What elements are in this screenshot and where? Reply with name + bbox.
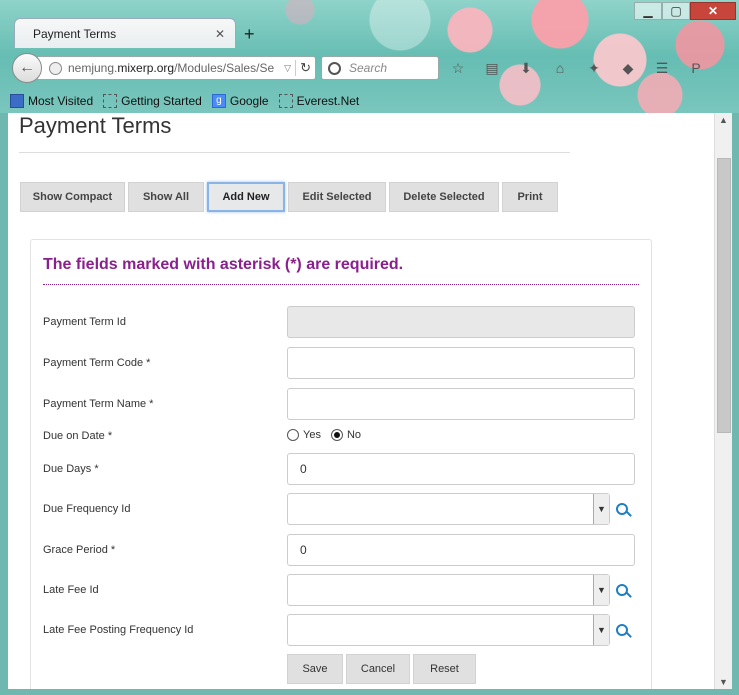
grace-period-input[interactable]: 0: [287, 534, 635, 566]
bookmarks-bar: Most Visited Getting Started g Google Ev…: [10, 91, 359, 111]
tab-title: Payment Terms: [33, 26, 117, 41]
late-fee-posting-frequency-id-label: Late Fee Posting Frequency Id: [43, 624, 194, 636]
home-icon[interactable]: ⌂: [550, 60, 570, 77]
bookmark-everest-net[interactable]: Everest.Net: [278, 94, 360, 108]
radio-label-yes: Yes: [303, 429, 321, 441]
maximize-button[interactable]: ▢: [662, 2, 690, 20]
due-days-label: Due Days *: [43, 463, 99, 475]
page-icon: [103, 94, 118, 108]
tab-payment-terms[interactable]: Payment Terms ✕: [14, 18, 236, 48]
due-on-date-yes-radio[interactable]: [287, 429, 299, 441]
search-icon: [328, 61, 341, 75]
url-dropdown-icon[interactable]: ▽: [284, 63, 291, 74]
add-new-button[interactable]: Add New: [207, 182, 285, 212]
show-all-button[interactable]: Show All: [128, 182, 204, 212]
due-on-date-radio-group: Yes No: [287, 429, 367, 441]
back-button[interactable]: ←: [12, 53, 42, 83]
save-button[interactable]: Save: [287, 654, 343, 684]
globe-icon: [49, 61, 62, 75]
payment-term-name-input[interactable]: [287, 388, 635, 420]
due-frequency-id-select[interactable]: ▼: [287, 493, 610, 525]
profile-icon[interactable]: P: [686, 60, 706, 77]
search-icon[interactable]: [615, 623, 633, 641]
late-fee-posting-frequency-id-select[interactable]: ▼: [287, 614, 610, 646]
title-divider: [19, 152, 570, 153]
most-visited-icon: [10, 94, 24, 108]
radio-label-no: No: [346, 429, 362, 441]
bookmark-google[interactable]: g Google: [211, 94, 269, 108]
search-icon[interactable]: [615, 502, 633, 520]
minimize-button[interactable]: ▁: [634, 2, 662, 20]
bookmark-label: Google: [229, 94, 269, 108]
payment-term-form: The fields marked with asterisk (*) are …: [30, 239, 652, 689]
download-icon[interactable]: ⬇: [516, 60, 536, 77]
heading-divider: [43, 284, 639, 285]
payment-term-code-input[interactable]: [287, 347, 635, 379]
scrollbar-thumb[interactable]: [717, 158, 731, 433]
due-days-input[interactable]: 0: [287, 453, 635, 485]
print-button[interactable]: Print: [502, 182, 558, 212]
window-controls: ▁ ▢ ✕: [634, 2, 736, 22]
chevron-down-icon[interactable]: ▼: [593, 615, 609, 645]
page-title: Payment Terms: [19, 113, 172, 138]
show-compact-button[interactable]: Show Compact: [20, 182, 125, 212]
grace-period-label: Grace Period *: [43, 544, 116, 556]
tab-close-icon[interactable]: ✕: [215, 27, 225, 41]
window-frame-left: [0, 113, 8, 689]
bookmark-getting-started[interactable]: Getting Started: [103, 94, 202, 108]
window-frame-right: [732, 113, 739, 695]
cancel-button[interactable]: Cancel: [346, 654, 410, 684]
reset-button[interactable]: Reset: [413, 654, 476, 684]
new-tab-button[interactable]: +: [244, 24, 255, 45]
edit-selected-button[interactable]: Edit Selected: [288, 182, 386, 212]
scroll-up-icon[interactable]: ▲: [719, 115, 728, 125]
late-fee-id-label: Late Fee Id: [43, 584, 99, 596]
payment-term-name-label: Payment Term Name *: [43, 398, 154, 410]
vertical-scrollbar[interactable]: ▲ ▼: [714, 113, 732, 689]
menu-icon[interactable]: ☰: [652, 60, 672, 77]
search-icon[interactable]: [615, 583, 633, 601]
reload-icon[interactable]: ↻: [295, 60, 311, 76]
form-heading: The fields marked with asterisk (*) are …: [43, 256, 404, 273]
payment-term-id-field: [287, 306, 635, 338]
bookmark-star-icon[interactable]: ☆: [448, 60, 468, 77]
bookmark-most-visited[interactable]: Most Visited: [10, 94, 93, 108]
payment-term-code-label: Payment Term Code *: [43, 357, 151, 369]
address-bar[interactable]: nemjung.mixerp.org/Modules/Sales/Se ▽ ↻: [36, 56, 316, 80]
extension-icon[interactable]: ◆: [618, 60, 638, 77]
due-frequency-id-label: Due Frequency Id: [43, 503, 131, 515]
page-viewport: Payment Terms Show Compact Show All Add …: [8, 113, 714, 689]
due-on-date-label: Due on Date *: [43, 430, 113, 442]
bookmark-label: Everest.Net: [296, 94, 360, 108]
search-placeholder: Search: [349, 61, 388, 75]
google-icon: g: [211, 94, 226, 108]
chevron-down-icon[interactable]: ▼: [593, 494, 609, 524]
bookmark-label: Most Visited: [28, 94, 94, 108]
chevron-down-icon[interactable]: ▼: [593, 575, 609, 605]
browser-toolbar-icons: ☆ ▤ ⬇ ⌂ ✦ ◆ ☰ P: [448, 60, 706, 77]
grid-toolbar: Show Compact Show All Add New Edit Selec…: [20, 182, 558, 212]
addon-icon[interactable]: ✦: [584, 60, 604, 77]
delete-selected-button[interactable]: Delete Selected: [389, 182, 499, 212]
page-icon: [278, 94, 293, 108]
browser-chrome: ▁ ▢ ✕ Payment Terms ✕ + nemjung.mixerp.o…: [0, 0, 739, 113]
url-text: nemjung.mixerp.org/Modules/Sales/Se: [68, 61, 275, 75]
form-actions: Save Cancel Reset: [287, 654, 476, 684]
late-fee-id-select[interactable]: ▼: [287, 574, 610, 606]
due-on-date-no-radio[interactable]: [330, 429, 343, 441]
back-arrow-icon: ←: [19, 59, 35, 76]
payment-term-id-label: Payment Term Id: [43, 316, 126, 328]
bookmark-label: Getting Started: [121, 94, 202, 108]
navigation-bar: nemjung.mixerp.org/Modules/Sales/Se ▽ ↻ …: [8, 50, 739, 88]
reading-list-icon[interactable]: ▤: [482, 60, 502, 77]
scroll-down-icon[interactable]: ▼: [719, 677, 728, 687]
search-box[interactable]: Search: [321, 56, 439, 80]
close-window-button[interactable]: ✕: [690, 2, 736, 20]
window-frame-bottom: [0, 689, 739, 695]
